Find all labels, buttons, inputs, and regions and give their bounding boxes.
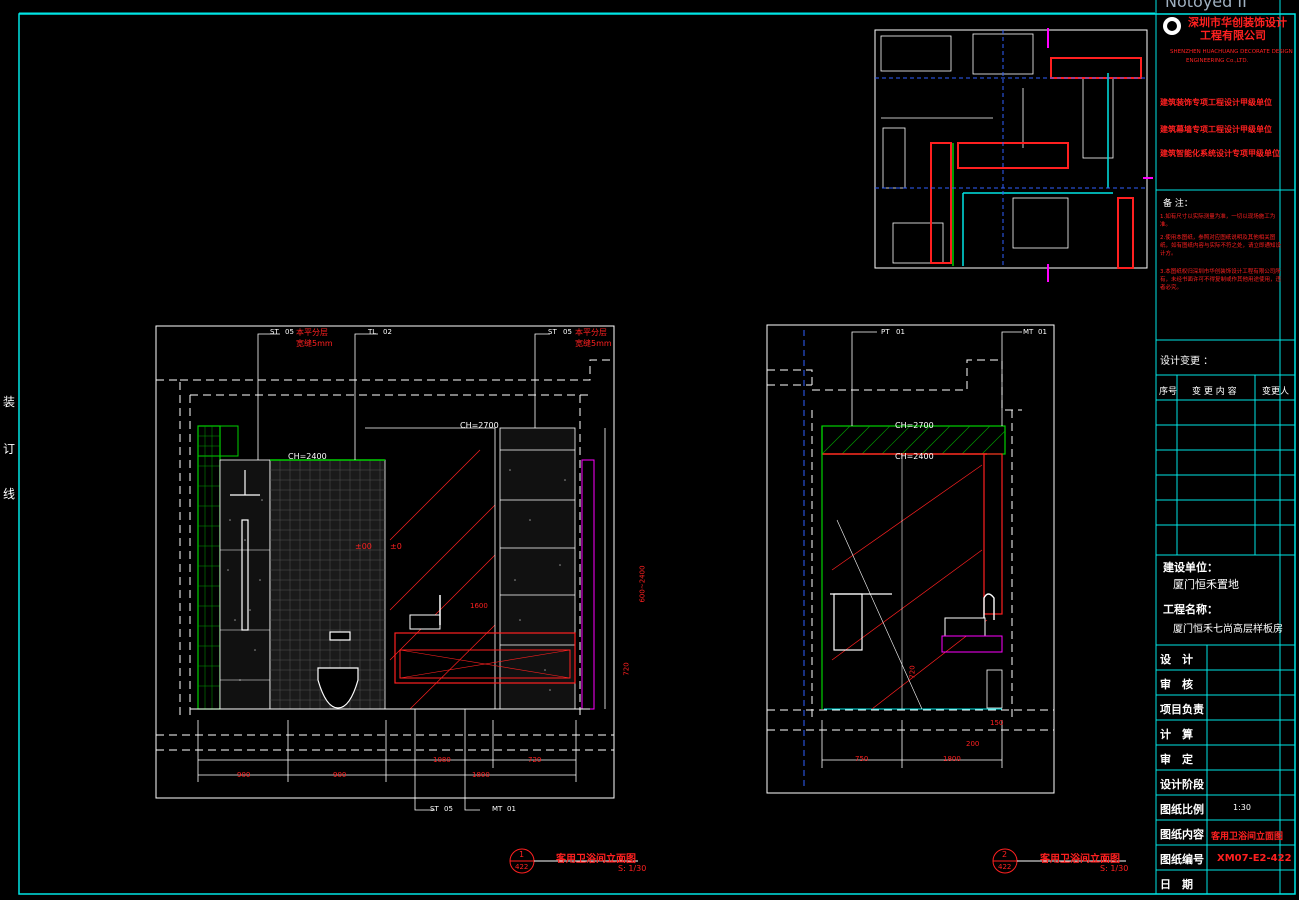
tb-row-9-value: XM07-E2-422 [1217, 853, 1292, 864]
elev2-scale: S: 1/30 [1100, 864, 1129, 873]
elev1-ref-st-1: ST [270, 328, 279, 336]
tb-company-en-1: SHENZHEN HUACHUANG DECORATE DESIGN [1170, 49, 1293, 55]
elev2-dim-720: 720 [908, 665, 917, 679]
elev1-tag-4: 宽缝5mm [575, 339, 612, 348]
tb-notes-title: 备 注： [1163, 199, 1193, 209]
tb-row-5-label: 审 定 [1160, 753, 1193, 766]
elevation-2-drawing [766, 324, 1055, 794]
elev2-title: 客用卫浴间立面图 [1040, 854, 1120, 865]
elev2-ref-01-1: 01 [896, 328, 905, 336]
tb-project-label: 工程名称： [1163, 603, 1218, 616]
tb-row-9-label: 图纸编号 [1160, 853, 1204, 866]
tb-note-3: 3.本图纸权归深圳市华创装饰设计工程有限公司所有，未经书面许可不得复制或作其他用… [1160, 269, 1282, 291]
tb-row-8-label: 图纸内容 [1160, 828, 1204, 841]
elev1-dim-1: 900 [237, 771, 251, 779]
elevation-1-drawing [155, 325, 615, 811]
elev1-tag-1: 本平分层 [296, 328, 328, 337]
tb-row-10-label: 日 期 [1160, 878, 1193, 891]
tb-row-6-label: 设计阶段 [1160, 778, 1204, 791]
tb-project-value: 厦门恒禾七尚高层样板房 [1173, 624, 1283, 635]
elev1-callout-sheet: 422 [515, 863, 529, 871]
elev2-ch-2400: CH=2400 [895, 452, 934, 461]
elev1-ref-st-2: ST [548, 328, 557, 336]
tb-company-en-2: ENGINEERING Co.,LTD. [1186, 58, 1249, 64]
tb-change-title: 设计变更 ： [1160, 356, 1214, 367]
elev1-ref-01: 01 [507, 805, 516, 813]
binding-char-1: 装 [2, 395, 15, 409]
elev1-ref-05-2: 05 [563, 328, 572, 336]
tb-note-1: 1.如有尺寸以实际测量为准，一切以现场施工为准。 [1160, 214, 1276, 228]
elev2-dim-750: 750 [855, 755, 869, 763]
elev2-dim-150: 150 [990, 719, 1004, 727]
elev1-dim-2: 900 [333, 771, 347, 779]
binding-char-2: 订 [2, 442, 15, 456]
elev1-callout-num: 1 [519, 850, 525, 859]
elev1-dim-1600: 1600 [470, 602, 488, 610]
elev1-ref-05-3: 05 [444, 805, 453, 813]
tb-row-1-label: 设 计 [1160, 653, 1193, 666]
elev1-ref-tl: TL [368, 328, 377, 336]
tb-approval-1: 建筑装饰专项工程设计甲级单位 [1160, 98, 1272, 107]
elev2-dim-200: 200 [966, 740, 980, 748]
elev2-ref-pt: PT [881, 328, 890, 336]
elev2-ref-01-2: 01 [1038, 328, 1047, 336]
tb-change-col-2: 变 更 内 容 [1192, 387, 1237, 397]
tb-owner-value: 厦门恒禾置地 [1173, 578, 1239, 591]
elev1-dim-720: 720 [622, 662, 631, 676]
tb-top-text: Notoyed II [1165, 0, 1247, 11]
elev1-ref-05-1: 05 [285, 328, 294, 336]
elev2-callout-num: 2 [1002, 850, 1008, 859]
elev2-dim-1800: 1800 [943, 755, 961, 763]
tb-row-3-label: 项目负责 [1160, 703, 1204, 716]
tb-row-7-value: 1:30 [1233, 803, 1251, 812]
tb-row-8-value: 客用卫浴间立面图 [1211, 832, 1284, 842]
tb-approval-2: 建筑幕墙专项工程设计甲级单位 [1160, 125, 1272, 134]
elev1-tag-2: 宽缝5mm [296, 339, 333, 348]
elev2-callout-sheet: 422 [998, 863, 1012, 871]
elev1-mark-pm0b: ±00 [355, 542, 372, 551]
elev1-title: 客用卫浴间立面图 [556, 854, 636, 865]
tb-row-7-label: 图纸比例 [1160, 803, 1204, 816]
elev1-dim-3: 1080 [433, 756, 451, 764]
elev1-tag-3: 本平分层 [575, 328, 607, 337]
elev1-ref-st-3: ST [430, 805, 439, 813]
tb-owner-label: 建设单位： [1163, 561, 1218, 574]
elev1-dim-side: 600~2400 [638, 565, 647, 603]
binding-char-3: 线 [2, 487, 15, 501]
elev1-ch-2400: CH=2400 [288, 452, 327, 461]
tb-change-col-3: 变更人 [1262, 387, 1290, 397]
elev1-mark-pm0: ±0 [390, 542, 402, 551]
elev1-ref-mt: MT [492, 805, 503, 813]
elev1-dim-4: 720 [528, 756, 542, 764]
elev2-ch-2700: CH=2700 [895, 421, 934, 430]
elev2-ref-mt: MT [1023, 328, 1034, 336]
tb-change-col-1: 序号 [1159, 387, 1178, 397]
tb-note-2: 2.使用本图纸，参照对应图纸说明及其他相关图纸，如有图纸内容与实际不符之处，请立… [1160, 235, 1282, 257]
tb-row-2-label: 审 核 [1160, 678, 1193, 691]
elev1-ref-02: 02 [383, 328, 392, 336]
tb-row-4-label: 计 算 [1160, 728, 1193, 741]
tb-approval-3: 建筑智能化系统设计专项甲级单位 [1160, 149, 1280, 158]
elev1-dim-5: 1800 [472, 771, 490, 779]
elev1-scale: S: 1/30 [618, 864, 647, 873]
elev1-ch-2700: CH=2700 [460, 421, 499, 430]
key-plan [874, 28, 1153, 282]
tb-company-cn-2: 工程有限公司 [1200, 29, 1266, 42]
